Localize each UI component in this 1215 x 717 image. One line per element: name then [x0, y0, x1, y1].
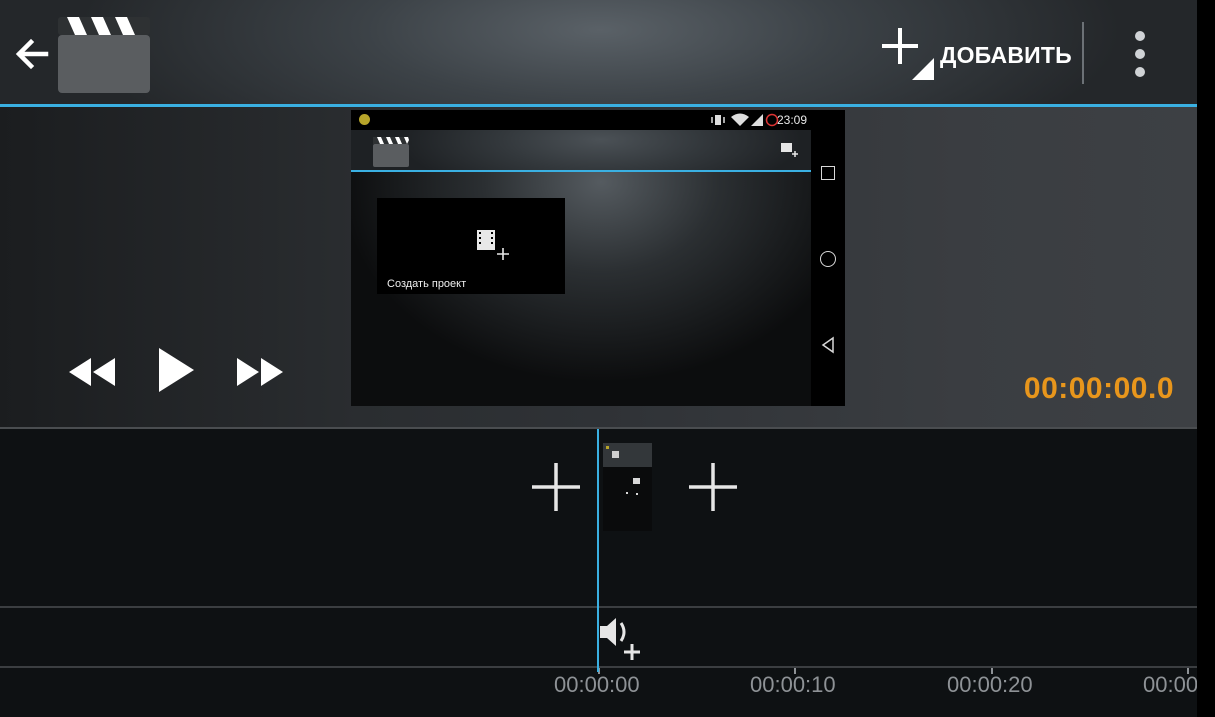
add-clip-after-button[interactable]	[687, 461, 739, 513]
add-button[interactable]: ДОБАВИТЬ	[878, 24, 1073, 84]
create-project-card: Создать проект	[377, 198, 565, 294]
create-project-label: Создать проект	[387, 278, 467, 290]
back-triangle-icon	[821, 336, 834, 354]
video-preview-frame: 23:09 Создать проект	[351, 110, 845, 406]
preview-app-bar	[351, 130, 811, 170]
preview-app-bar-line	[351, 170, 811, 172]
fast-forward-button[interactable]	[234, 352, 286, 392]
clip-preview-image	[603, 443, 652, 531]
app-window: ДОБАВИТЬ 00:00:00.0 23:09 Создать проект…	[0, 0, 1197, 717]
preview-nav-bar	[811, 110, 845, 406]
ruler-label: 00:00:30	[1143, 672, 1197, 697]
top-bar: ДОБАВИТЬ	[0, 0, 1197, 105]
clapperboard-icon	[373, 137, 409, 167]
ruler-label: 00:00:10	[750, 672, 836, 697]
add-audio-button[interactable]	[596, 612, 644, 662]
toolbar-divider	[1082, 22, 1084, 84]
arrow-left-icon	[15, 38, 49, 70]
rewind-icon	[69, 358, 115, 386]
clapperboard-icon	[57, 17, 151, 95]
play-icon	[159, 348, 194, 392]
add-clip-before-button[interactable]	[530, 461, 582, 513]
ruler-label: 00:00:20	[947, 672, 1033, 697]
preview-status-bar: 23:09	[351, 110, 811, 130]
timecode-display: 00:00:00.0	[1023, 372, 1174, 405]
status-icons	[711, 113, 779, 127]
add-media-icon	[781, 143, 798, 157]
plus-icon	[882, 28, 934, 80]
speaker-add-icon	[600, 618, 640, 660]
back-button[interactable]	[10, 32, 54, 76]
overflow-menu-button[interactable]	[1122, 28, 1158, 80]
plus-icon	[532, 463, 580, 511]
recents-icon	[821, 166, 835, 180]
rewind-button[interactable]	[66, 352, 118, 392]
play-button[interactable]	[154, 344, 198, 396]
film-add-icon	[477, 230, 509, 260]
ruler-label: 00:00:00	[554, 672, 640, 697]
notification-icon	[359, 114, 370, 125]
more-vertical-icon	[1135, 31, 1145, 77]
fast-forward-icon	[237, 358, 283, 386]
screen-edge	[1197, 0, 1215, 717]
add-button-label: ДОБАВИТЬ	[940, 42, 1072, 68]
video-clip-thumbnail[interactable]	[603, 443, 652, 531]
preview-clock: 23:09	[777, 113, 808, 127]
home-icon	[820, 251, 836, 267]
time-ruler[interactable]: 00:00:00 00:00:10 00:00:20 00:00:30	[0, 668, 1197, 717]
plus-icon	[689, 463, 737, 511]
playhead[interactable]	[597, 429, 599, 672]
